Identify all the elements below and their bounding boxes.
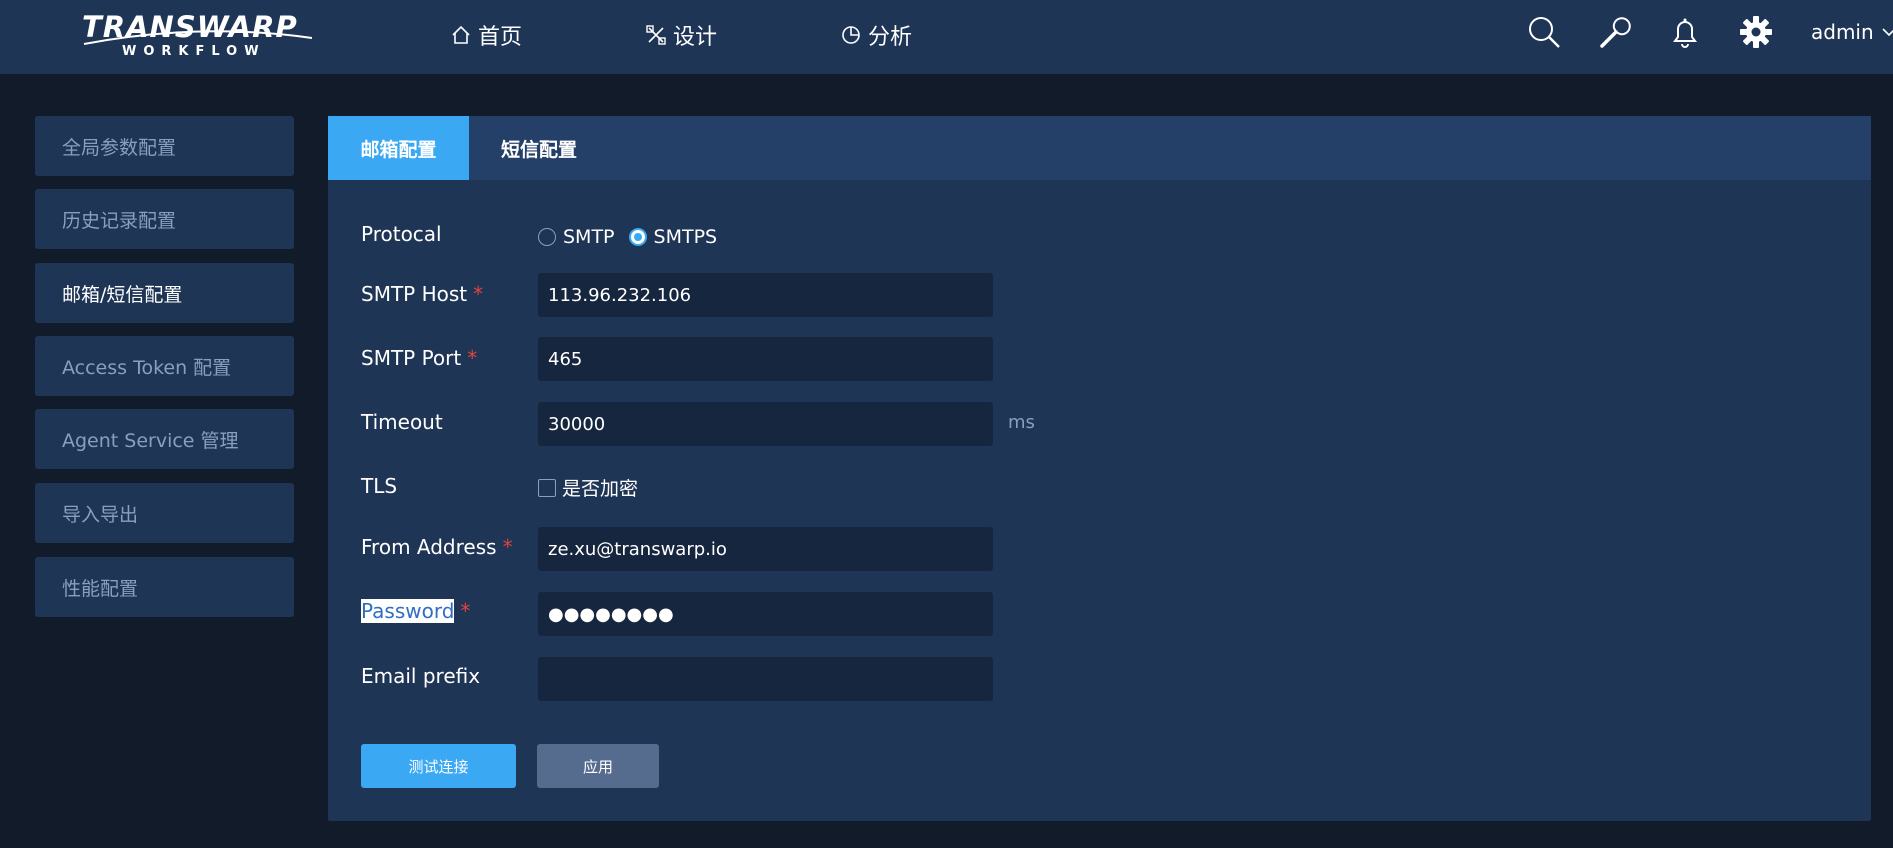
tab-sms-config[interactable]: 短信配置 bbox=[469, 116, 609, 180]
smtp-radio-label[interactable]: SMTP bbox=[563, 226, 615, 248]
tls-checkbox-label[interactable]: 是否加密 bbox=[562, 474, 638, 501]
sidebar-item-label: 历史记录配置 bbox=[62, 209, 177, 232]
smtps-radio[interactable] bbox=[628, 228, 647, 246]
bell-icon[interactable] bbox=[1667, 14, 1703, 50]
search-icon[interactable] bbox=[1526, 14, 1562, 50]
nav-analysis-label: 分析 bbox=[868, 25, 913, 50]
protocol-label: Protocal bbox=[361, 222, 442, 246]
sidebar-item-label: Access Token 配置 bbox=[62, 356, 232, 379]
protocol-label-text: Protocal bbox=[361, 222, 442, 246]
smtps-radio-label[interactable]: SMTPS bbox=[654, 226, 718, 248]
tab-label: 邮箱配置 bbox=[360, 138, 437, 161]
nav-analysis[interactable]: 分析 bbox=[840, 18, 912, 52]
smtp-port-input[interactable] bbox=[538, 337, 993, 381]
timeout-input[interactable] bbox=[538, 402, 993, 446]
logo-subtext: WORKFLOW bbox=[122, 44, 266, 59]
nav-home[interactable]: 首页 bbox=[450, 18, 522, 52]
top-navbar: TRANSWARP WORKFLOW 首页 设计 分析 admin bbox=[0, 0, 1893, 74]
sidebar-item-label: 性能配置 bbox=[62, 577, 139, 600]
from-address-label: From Address * bbox=[361, 535, 513, 559]
smtp-radio[interactable] bbox=[538, 228, 556, 246]
sidebar-item-label: 全局参数配置 bbox=[62, 136, 177, 159]
timeout-label: Timeout bbox=[361, 410, 443, 434]
pie-chart-icon bbox=[842, 26, 860, 44]
smtp-port-label: SMTP Port * bbox=[361, 346, 477, 370]
sidebar-item-label: 导入导出 bbox=[62, 503, 139, 526]
required-mark: * bbox=[473, 282, 484, 306]
tls-checkbox[interactable] bbox=[538, 478, 556, 497]
sidebar-item-performance[interactable]: 性能配置 bbox=[35, 557, 294, 617]
email-prefix-label: Email prefix bbox=[361, 664, 480, 688]
timeout-unit: ms bbox=[1008, 412, 1035, 433]
sidebar-item-history[interactable]: 历史记录配置 bbox=[35, 189, 294, 249]
design-icon bbox=[646, 25, 666, 45]
password-label: Password * bbox=[361, 599, 470, 623]
from-address-input[interactable] bbox=[538, 527, 993, 571]
sidebar-item-label: Agent Service 管理 bbox=[62, 429, 239, 452]
tab-email-config[interactable]: 邮箱配置 bbox=[328, 116, 469, 180]
username: admin bbox=[1811, 20, 1874, 44]
nav-design[interactable]: 设计 bbox=[645, 18, 717, 52]
sidebar-item-import-export[interactable]: 导入导出 bbox=[35, 483, 294, 543]
chevron-down-icon bbox=[1882, 28, 1893, 37]
from-address-label-text: From Address bbox=[361, 535, 497, 559]
password-input[interactable] bbox=[538, 592, 993, 636]
tls-label-text: TLS bbox=[361, 474, 398, 498]
config-panel: 邮箱配置 短信配置 Protocal SMTP SMTPS SMTP Host *… bbox=[328, 116, 1871, 821]
sidebar-item-access-token[interactable]: Access Token 配置 bbox=[35, 336, 294, 396]
nav-design-label: 设计 bbox=[673, 25, 718, 50]
tls-label: TLS bbox=[361, 474, 397, 498]
sidebar-item-agent-service[interactable]: Agent Service 管理 bbox=[35, 409, 294, 469]
test-connection-label: 测试连接 bbox=[408, 757, 469, 776]
protocol-radio-group: SMTP SMTPS bbox=[538, 222, 717, 252]
tab-label: 短信配置 bbox=[500, 138, 577, 161]
required-mark: * bbox=[502, 535, 513, 559]
sidebar-item-email-sms[interactable]: 邮箱/短信配置 bbox=[35, 263, 294, 323]
timeout-label-text: Timeout bbox=[361, 410, 443, 434]
wrench-icon[interactable] bbox=[1596, 14, 1632, 50]
tab-bar: 邮箱配置 短信配置 bbox=[328, 116, 1871, 180]
email-prefix-input[interactable] bbox=[538, 657, 993, 701]
sidebar-item-label: 邮箱/短信配置 bbox=[62, 283, 183, 306]
required-mark: * bbox=[460, 599, 471, 623]
nav-home-label: 首页 bbox=[478, 25, 523, 50]
tls-checkbox-row: 是否加密 bbox=[538, 474, 638, 501]
home-icon bbox=[452, 25, 470, 44]
test-connection-button[interactable]: 测试连接 bbox=[361, 744, 516, 788]
password-label-text: Password bbox=[361, 599, 455, 623]
apply-label: 应用 bbox=[582, 757, 613, 776]
required-mark: * bbox=[467, 346, 478, 370]
smtp-port-label-text: SMTP Port bbox=[361, 346, 462, 370]
smtp-host-input[interactable] bbox=[538, 273, 993, 317]
apply-button[interactable]: 应用 bbox=[537, 744, 659, 788]
gear-icon[interactable] bbox=[1738, 14, 1774, 50]
sidebar-item-global-params[interactable]: 全局参数配置 bbox=[35, 116, 294, 176]
smtp-host-label: SMTP Host * bbox=[361, 282, 483, 306]
smtp-host-label-text: SMTP Host bbox=[361, 282, 468, 306]
transwarp-logo[interactable]: TRANSWARP WORKFLOW bbox=[80, 8, 315, 64]
email-prefix-label-text: Email prefix bbox=[361, 664, 481, 688]
user-menu[interactable]: admin bbox=[1811, 20, 1893, 44]
